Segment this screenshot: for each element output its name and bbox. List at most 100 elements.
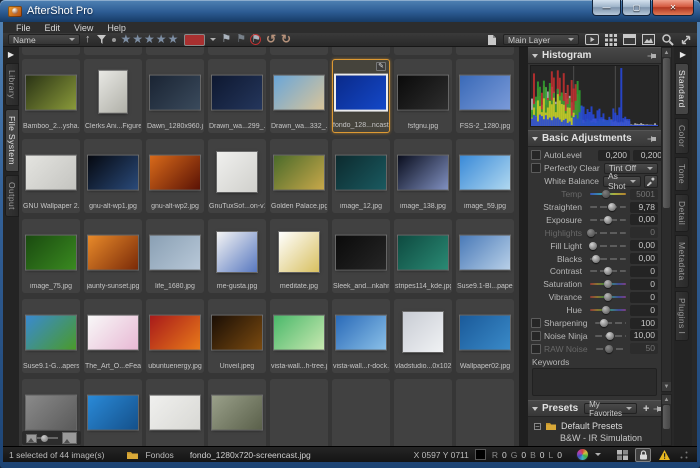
- checkbox-sharpening[interactable]: [531, 318, 541, 328]
- right-tab-standard[interactable]: Standard: [675, 63, 689, 115]
- rotate-right-icon[interactable]: ↻: [281, 34, 291, 45]
- right-tab-color[interactable]: Color: [675, 118, 689, 154]
- thumbnail-view-icon[interactable]: [605, 34, 617, 46]
- autolevel-value-1[interactable]: 0,200: [598, 150, 630, 161]
- star-icon[interactable]: ★: [132, 32, 144, 46]
- thumbnail-cell[interactable]: [84, 379, 142, 446]
- slider-vibrance[interactable]: [590, 296, 626, 298]
- slider-knob[interactable]: [604, 293, 612, 301]
- scrollbar-thumb[interactable]: [663, 405, 670, 429]
- scroll-down-icon[interactable]: ▼: [662, 382, 671, 391]
- warning-icon[interactable]: [657, 449, 671, 461]
- star-icon[interactable]: ★: [156, 32, 168, 46]
- thumbnail-vladstudio-0x1024-jpg[interactable]: vladstudio...0x1024.jpg: [394, 299, 452, 373]
- thumbnail-me-gusta-jpg[interactable]: me-gusta.jpg: [208, 219, 266, 293]
- slider-knob[interactable]: [606, 332, 614, 340]
- thumbnail-clerks-ani-figure-jpg[interactable]: Clerks Ani...Figure.jpg: [84, 59, 142, 133]
- small-thumbnails-icon[interactable]: [26, 434, 37, 443]
- thumbnail-suse9-1-bl-papers-jpg[interactable]: Suse9.1-Bl...papers.jpg: [456, 219, 514, 293]
- thumbnail-unveil-jpeg[interactable]: Unveil.jpeg: [208, 299, 266, 373]
- slider-knob[interactable]: [604, 267, 612, 275]
- thumbnail-stripes114-kde-jpg[interactable]: stripes114_kde.jpg: [394, 219, 452, 293]
- thumbnail-image-75-jpg[interactable]: image_75.jpg: [22, 219, 80, 293]
- thumbnail-partial[interactable]: [22, 47, 80, 55]
- checkbox-noise-ninja[interactable]: [531, 331, 541, 341]
- flag-pick-icon[interactable]: ⚑: [221, 34, 231, 45]
- slider-knob[interactable]: [600, 319, 608, 327]
- thumbnail-gnutuxsof-on-v1-jpg[interactable]: GnuTuxSof...on-v1.jpg: [208, 139, 266, 213]
- left-tab-output[interactable]: Output: [5, 175, 19, 217]
- thumbnail-vista-wall-h-tree-jpg[interactable]: vista-wall...h-tree.jpg: [270, 299, 328, 373]
- thumbnail-image-12-jpg[interactable]: image_12.jpg: [332, 139, 390, 213]
- thumbnail-partial[interactable]: [84, 47, 142, 55]
- value-blacks[interactable]: 0,00: [630, 253, 658, 264]
- left-tab-library[interactable]: Library: [5, 63, 19, 106]
- collapse-right-panel-icon[interactable]: ▶: [674, 47, 692, 63]
- value-straighten[interactable]: 9,78: [630, 202, 658, 213]
- pin-icon[interactable]: [647, 134, 657, 144]
- thumbnail-cell[interactable]: [332, 379, 390, 446]
- magnifier-icon[interactable]: [661, 33, 674, 46]
- value-fill-light[interactable]: 0,00: [630, 240, 658, 251]
- preview-view-icon[interactable]: [642, 34, 655, 45]
- value-hue[interactable]: 0: [630, 305, 658, 316]
- add-preset-button[interactable]: +: [643, 403, 649, 415]
- minimize-button[interactable]: —: [592, 0, 621, 16]
- pin-icon[interactable]: [647, 51, 657, 61]
- slider-knob[interactable]: [608, 203, 616, 211]
- checkbox-raw-noise[interactable]: [531, 344, 541, 354]
- menu-edit[interactable]: Edit: [38, 23, 68, 33]
- value-sharpening[interactable]: 100: [630, 318, 658, 329]
- thumbnail-gnu-alt-wp1-jpg[interactable]: gnu-alt-wp1.jpg: [84, 139, 142, 213]
- star-icon[interactable]: ★: [121, 32, 133, 46]
- thumbnail-fsfgnu-jpg[interactable]: fsfgnu.jpg: [394, 59, 452, 133]
- slider-knob[interactable]: [592, 255, 600, 263]
- thumbnail-drawn-wa-299-jpg[interactable]: Drawn_wa...299_.jpg: [208, 59, 266, 133]
- thumbnail-cell[interactable]: [146, 379, 204, 446]
- slider-sharpening[interactable]: [595, 322, 626, 324]
- color-management-caret[interactable]: [595, 453, 601, 456]
- left-tab-file-system[interactable]: File System: [5, 109, 19, 172]
- large-thumbnails-icon[interactable]: [62, 432, 77, 444]
- slider-knob[interactable]: [589, 242, 597, 250]
- thumbnail-partial[interactable]: [332, 47, 390, 55]
- slider-knob[interactable]: [604, 280, 612, 288]
- presets-collection-select[interactable]: My Favorites: [584, 403, 637, 414]
- thumbnail-partial[interactable]: [456, 47, 514, 55]
- thumbnail-partial[interactable]: [394, 47, 452, 55]
- slider-temp[interactable]: [590, 193, 626, 195]
- filmstrip-view-icon[interactable]: [623, 34, 636, 45]
- slider-exposure[interactable]: [590, 219, 626, 221]
- thumbnail-ubuntuenergy-jpg[interactable]: ubuntuenergy.jpg: [146, 299, 204, 373]
- rating-none-dot[interactable]: [112, 38, 116, 42]
- value-exposure[interactable]: 0,00: [630, 214, 658, 225]
- thumbnail-partial[interactable]: [146, 47, 204, 55]
- thumbnail-image-138-jpg[interactable]: image_138.jpg: [394, 139, 452, 213]
- value-noise-ninja[interactable]: 10,00: [630, 330, 658, 341]
- scroll-up-icon[interactable]: ▲: [662, 395, 671, 404]
- value-raw-noise[interactable]: 50: [630, 343, 658, 354]
- collapse-left-panel-icon[interactable]: ▶: [3, 47, 19, 63]
- value-temp[interactable]: 5001: [630, 189, 658, 200]
- right-tab-tone[interactable]: Tone: [675, 157, 689, 191]
- value-contrast[interactable]: 0: [630, 266, 658, 277]
- panel-scrollbar[interactable]: ▲ ▼: [661, 47, 672, 392]
- color-management-icon[interactable]: [576, 448, 589, 461]
- slideshow-icon[interactable]: [585, 34, 599, 45]
- histogram-header[interactable]: Histogram: [528, 47, 661, 64]
- thumbnail-cell[interactable]: [456, 379, 514, 446]
- right-tab-detail[interactable]: Detail: [675, 194, 689, 232]
- copy-settings-icon[interactable]: [486, 34, 497, 46]
- thumbnail-golden-palace-jpg[interactable]: Golden Palace.jpg: [270, 139, 328, 213]
- slider-hue[interactable]: [590, 309, 626, 311]
- layer-select[interactable]: Main Layer: [503, 34, 579, 45]
- thumbnail-sleek-and-nkahn-jpg[interactable]: Sleek_and...nkahn.jpg: [332, 219, 390, 293]
- thumbnail-cell[interactable]: [270, 379, 328, 446]
- white-balance-select[interactable]: As Shot: [603, 176, 641, 187]
- color-label-caret[interactable]: [210, 38, 216, 41]
- basic-adjustments-header[interactable]: Basic Adjustments: [528, 130, 661, 147]
- maximize-button[interactable]: ▢: [622, 0, 651, 16]
- presets-header[interactable]: Presets My Favorites +: [528, 400, 661, 417]
- scroll-up-icon[interactable]: ▲: [662, 48, 671, 57]
- slider-contrast[interactable]: [590, 270, 626, 272]
